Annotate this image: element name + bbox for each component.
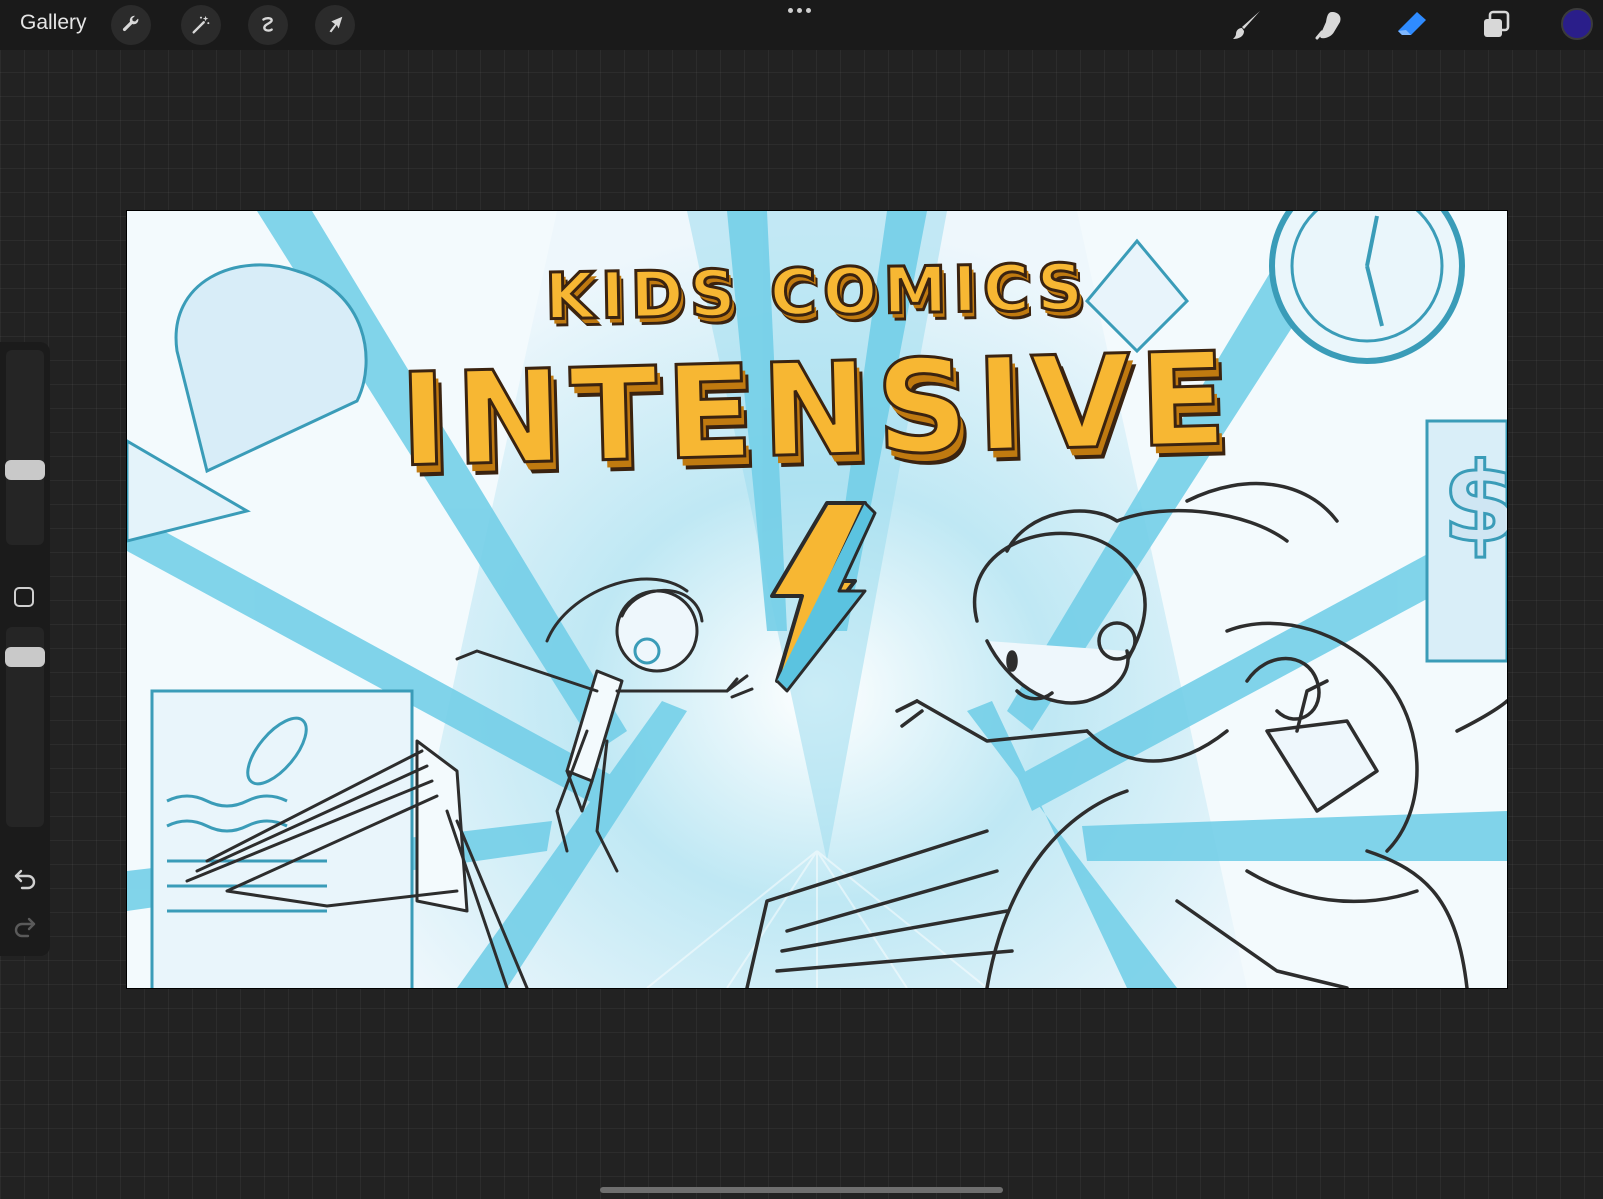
brush-size-handle[interactable] <box>5 460 45 480</box>
selection-button[interactable] <box>248 5 288 45</box>
undo-icon[interactable] <box>11 864 39 892</box>
magic-wand-icon <box>192 15 210 34</box>
actions-button[interactable] <box>111 5 151 45</box>
artwork-canvas[interactable]: $ KIDS COMICS INTENSIVE <box>127 211 1507 988</box>
wrench-icon <box>122 15 139 32</box>
left-sidebar <box>0 342 50 956</box>
eraser-button[interactable] <box>1393 6 1431 44</box>
selection-icon <box>262 17 273 32</box>
opacity-handle[interactable] <box>5 647 45 667</box>
procreate-app: Gallery $ KIDS COMICS INTENSIVE <box>0 0 1603 1199</box>
home-indicator[interactable] <box>600 1187 1003 1193</box>
square-icon[interactable] <box>14 587 34 607</box>
brush-icon <box>1233 11 1260 39</box>
eraser-icon <box>1398 12 1426 35</box>
redo-icon[interactable] <box>11 912 39 940</box>
color-picker-button[interactable] <box>1561 8 1593 40</box>
layers-button[interactable] <box>1477 6 1515 44</box>
gallery-button[interactable]: Gallery <box>20 11 87 35</box>
adjustments-button[interactable] <box>181 5 221 45</box>
arrow-cursor-icon <box>329 16 343 33</box>
brush-size-slider[interactable] <box>6 350 44 545</box>
layers-icon <box>1484 10 1510 37</box>
smudge-icon <box>1315 12 1341 40</box>
more-dots-icon[interactable] <box>788 8 811 13</box>
brush-button[interactable] <box>1228 6 1266 44</box>
smudge-button[interactable] <box>1310 6 1348 44</box>
transform-button[interactable] <box>315 5 355 45</box>
top-toolbar: Gallery <box>0 0 1603 50</box>
